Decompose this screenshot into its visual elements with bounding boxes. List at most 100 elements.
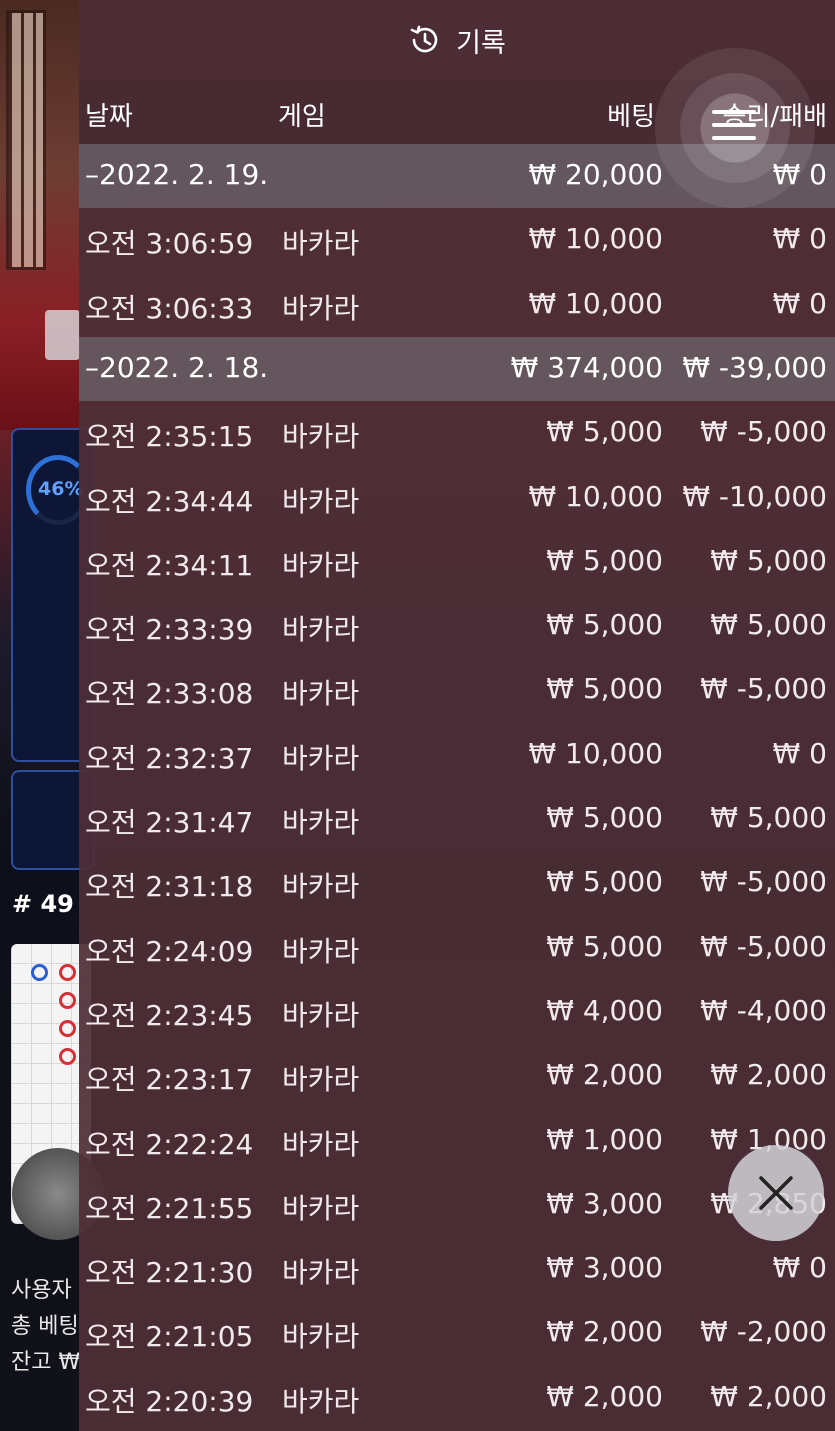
entry-time: 오전 2:35:15 (85, 420, 254, 454)
entry-game: 바카라 (282, 548, 360, 582)
date-label: –2022. 2. 19. (85, 158, 269, 191)
entry-time: 오전 2:33:08 (85, 677, 254, 711)
entry-time: 오전 2:21:30 (85, 1256, 254, 1290)
history-row: 오전 3:06:33 바카라 ₩ 10,000 ₩ 0 (79, 273, 835, 337)
entry-bet: ₩ 5,000 (546, 543, 663, 577)
entry-time: 오전 2:23:45 (85, 998, 254, 1032)
date-group-row[interactable]: –2022. 2. 18. ₩ 374,000 ₩ -39,000 (79, 336, 835, 401)
entry-game: 바카라 (282, 1320, 360, 1354)
history-row: 오전 2:22:24 바카라 ₩ 1,000 ₩ 1,000 (79, 1109, 835, 1173)
history-row: 오전 2:31:18 바카라 ₩ 5,000 ₩ -5,000 (79, 851, 835, 915)
total-bet-label: 총 베팅 (11, 1314, 79, 1339)
user-label: 사용자 (11, 1278, 72, 1303)
history-row: 오전 2:20:39 바카라 ₩ 2,000 ₩ 2,000 (79, 1366, 835, 1430)
entry-game: 바카라 (282, 291, 360, 325)
history-row: 오전 2:32:37 바카라 ₩ 10,000 ₩ 0 (79, 723, 835, 787)
column-game: 게임 (278, 102, 326, 132)
entry-result: ₩ -5,000 (700, 415, 827, 449)
entry-result: ₩ -2,000 (700, 1315, 827, 1349)
entry-time: 오전 2:33:39 (85, 613, 254, 647)
column-bet: 베팅 (607, 102, 655, 132)
card-shoe (45, 310, 80, 360)
entry-time: 오전 3:06:59 (85, 227, 254, 261)
entry-result: ₩ 0 (772, 222, 827, 256)
history-icon (410, 25, 438, 53)
entry-time: 오전 2:22:24 (85, 1127, 254, 1161)
entry-result: ₩ 0 (772, 736, 827, 770)
entry-game: 바카라 (282, 420, 360, 454)
entry-bet: ₩ 5,000 (546, 608, 663, 642)
hamburger-menu-icon[interactable] (712, 110, 756, 144)
history-row: 오전 2:34:11 바카라 ₩ 5,000 ₩ 5,000 (79, 530, 835, 594)
date-label: –2022. 2. 18. (85, 350, 269, 384)
history-row: 오전 2:21:30 바카라 ₩ 3,000 ₩ 0 (79, 1237, 835, 1301)
entry-game: 바카라 (282, 1384, 360, 1418)
entry-game: 바카라 (282, 484, 360, 518)
history-row: 오전 2:21:55바카라₩ 3,000₩ 2,850 (79, 1173, 835, 1237)
close-button[interactable] (728, 1145, 824, 1241)
entry-result: ₩ -5,000 (700, 929, 827, 963)
entry-time: 오전 2:34:11 (85, 548, 254, 582)
history-row: 오전 3:06:59 바카라 ₩ 10,000 ₩ 0 (79, 208, 835, 272)
entry-bet: ₩ 4,000 (546, 993, 663, 1027)
entry-time: 오전 2:32:37 (85, 741, 254, 775)
entry-bet: ₩ 20,000 (528, 158, 663, 191)
decorative-window (6, 10, 46, 270)
entry-bet: ₩ 10,000 (528, 479, 663, 513)
entry-time: 오전 2:21:05 (85, 1320, 254, 1354)
entry-time: 오전 2:31:18 (85, 870, 254, 904)
entry-time: 오전 2:21:55 (85, 1191, 254, 1225)
entry-bet: ₩ 10,000 (528, 222, 663, 256)
entry-game: 바카라 (282, 934, 360, 968)
entry-result: ₩ 2,000 (710, 1379, 827, 1413)
entry-time: 오전 2:20:39 (85, 1384, 254, 1418)
entry-bet: ₩ 2,000 (546, 1315, 663, 1349)
entry-bet: ₩ 2,000 (546, 1058, 663, 1092)
entry-game: 바카라 (282, 677, 360, 711)
entry-result: ₩ 5,000 (710, 543, 827, 577)
entry-game: 바카라 (282, 870, 360, 904)
entry-result: ₩ 0 (772, 286, 827, 320)
history-row: 오전 2:34:44 바카라 ₩ 10,000 ₩ -10,000 (79, 466, 835, 530)
entry-time: 오전 2:31:47 (85, 806, 254, 839)
history-panel: 기록 날짜 게임 베팅 승리/패배 –2022. 2. 19.₩ 20,000₩… (79, 0, 835, 1431)
entry-result: ₩ -4,000 (700, 993, 827, 1027)
entry-bet: ₩ 374,000 (510, 350, 663, 384)
entry-result: ₩ 5,000 (710, 801, 827, 834)
history-row: 오전 2:23:17 바카라 ₩ 2,000 ₩ 2,000 (79, 1044, 835, 1108)
entry-bet: ₩ 5,000 (546, 801, 663, 834)
entry-result: ₩ -5,000 (700, 865, 827, 899)
entry-result: ₩ -5,000 (700, 672, 827, 706)
balance-label: 잔고 ₩ (11, 1350, 81, 1375)
history-row: 오전 2:33:39 바카라 ₩ 5,000 ₩ 5,000 (79, 594, 835, 658)
entry-game: 바카라 (282, 806, 360, 839)
entry-bet: ₩ 3,000 (546, 1251, 663, 1285)
entry-bet: ₩ 10,000 (528, 736, 663, 770)
entry-game: 바카라 (282, 741, 360, 775)
entry-time: 오전 2:23:17 (85, 1063, 254, 1097)
entry-game: 바카라 (282, 613, 360, 647)
column-date: 날짜 (85, 102, 133, 132)
entry-time: 오전 2:34:44 (85, 484, 254, 518)
round-number: # 49 (12, 890, 74, 918)
entry-bet: ₩ 5,000 (546, 415, 663, 449)
history-row: 오전 2:35:15 바카라 ₩ 5,000 ₩ -5,000 (79, 401, 835, 465)
close-icon (759, 1176, 793, 1210)
history-row: 오전 2:31:47 바카라 ₩ 5,000 ₩ 5,000 (79, 787, 835, 851)
history-row: 오전 2:21:05 바카라 ₩ 2,000 ₩ -2,000 (79, 1301, 835, 1365)
progress-percent: 46% (38, 478, 84, 500)
entry-game: 바카라 (282, 1256, 360, 1290)
history-row: 오전 2:24:09 바카라 ₩ 5,000 ₩ -5,000 (79, 916, 835, 980)
entry-result: ₩ 5,000 (710, 608, 827, 642)
entry-time: 오전 2:24:09 (85, 934, 254, 968)
entry-result: ₩ 0 (772, 1251, 827, 1285)
history-row: 오전 2:33:08 바카라 ₩ 5,000 ₩ -5,000 (79, 658, 835, 722)
entry-time: 오전 3:06:33 (85, 291, 254, 325)
entry-bet: ₩ 10,000 (528, 286, 663, 320)
history-row: 오전 2:23:45 바카라 ₩ 4,000 ₩ -4,000 (79, 980, 835, 1044)
entry-game: 바카라 (282, 1191, 360, 1225)
entry-game: 바카라 (282, 998, 360, 1032)
entry-bet: ₩ 2,000 (546, 1379, 663, 1413)
entry-bet: ₩ 1,000 (546, 1122, 663, 1156)
entry-game: 바카라 (282, 1127, 360, 1161)
